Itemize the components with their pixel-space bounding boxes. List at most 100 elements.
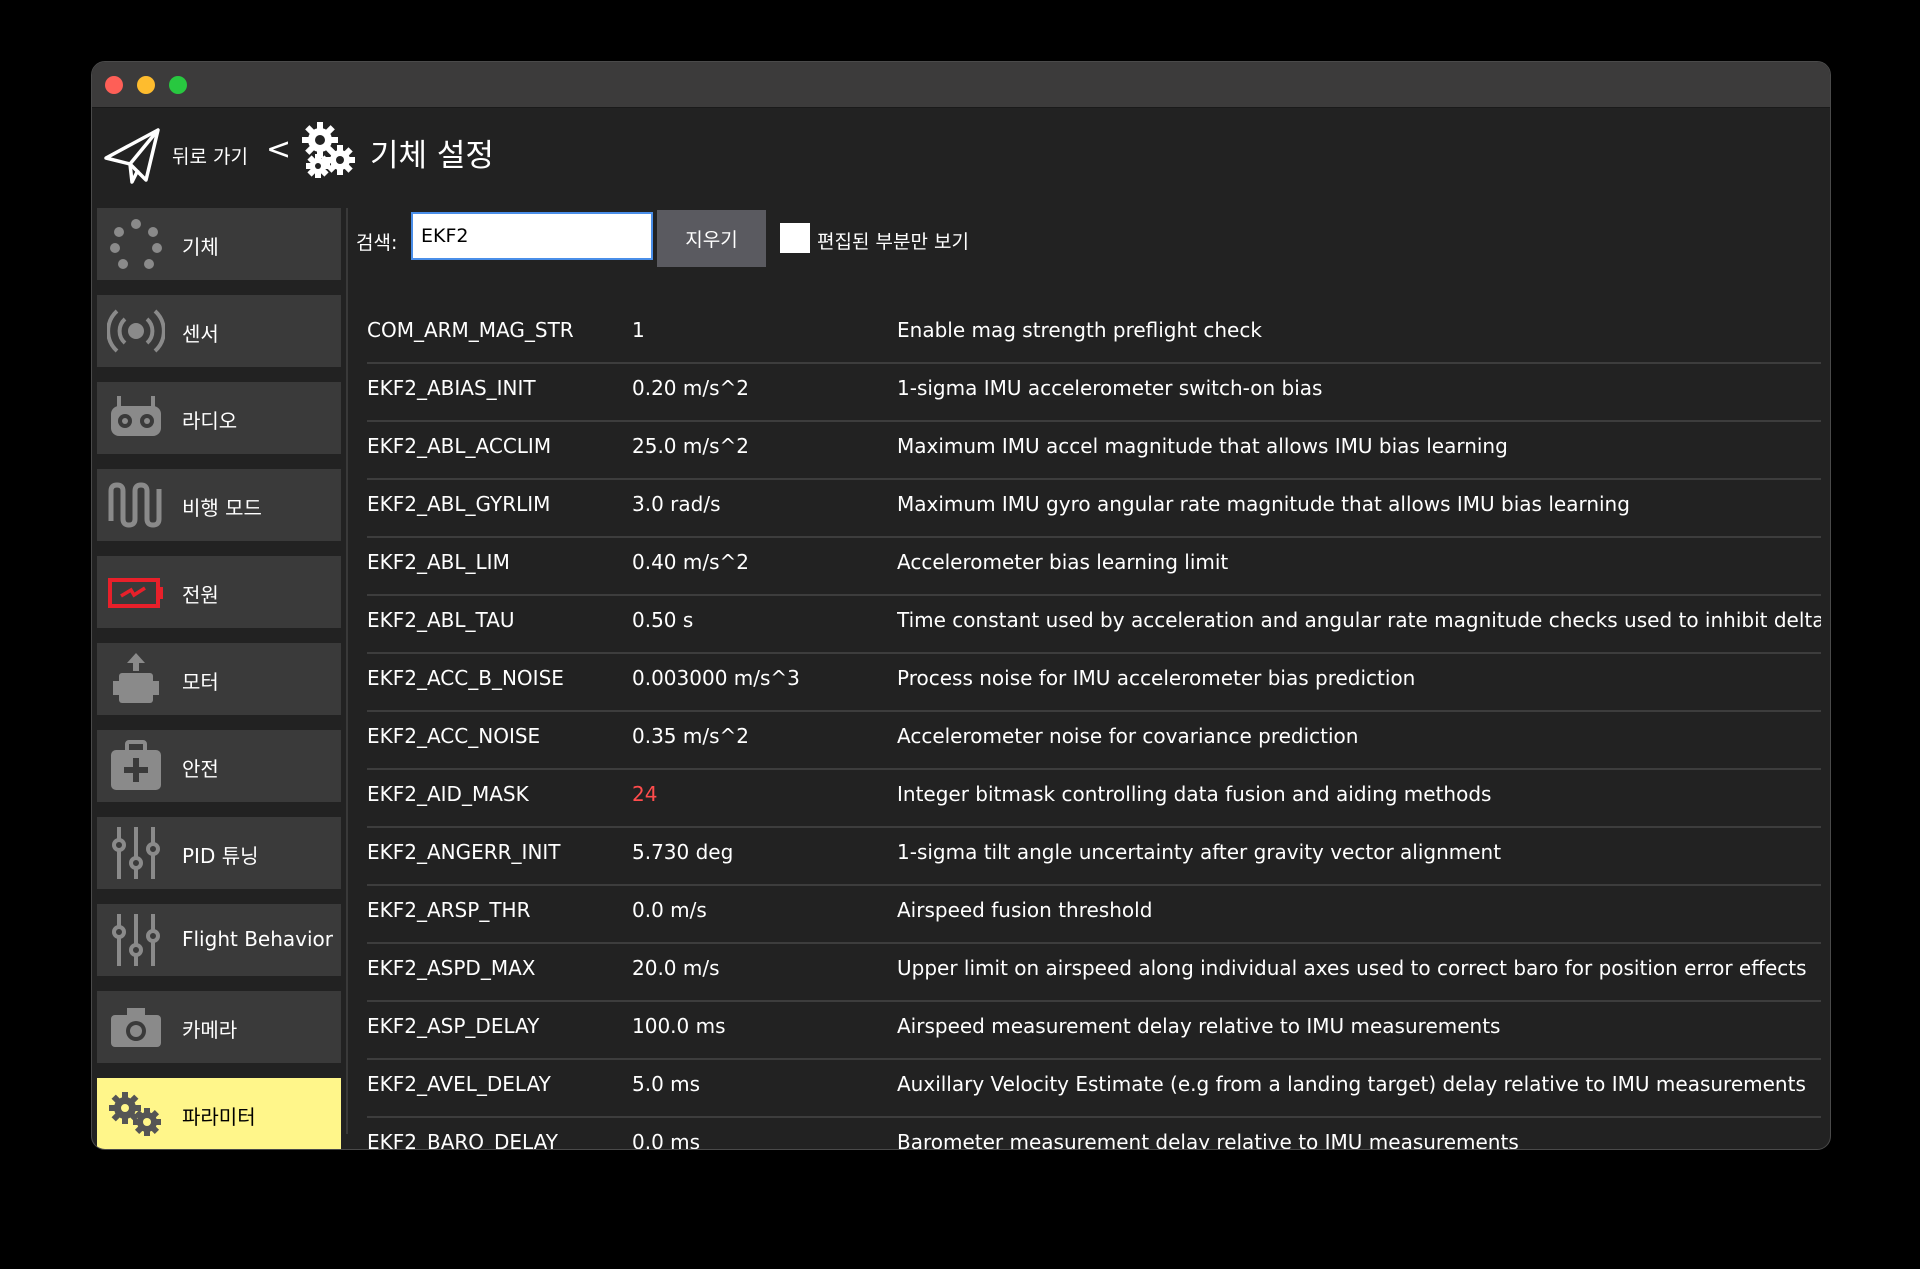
sidebar-item-flight-behavior[interactable]: Flight Behavior [97, 904, 341, 976]
table-row[interactable]: COM_ARM_MAG_STR 1 Enable mag strength pref… [367, 304, 1821, 364]
maximize-window-button[interactable] [169, 76, 187, 94]
param-name: COM_ARM_MAG_STR [367, 318, 574, 342]
param-value: 1 [632, 318, 645, 342]
param-name: EKF2_AVEL_DELAY [367, 1072, 551, 1096]
table-row[interactable]: EKF2_ASPD_MAX 20.0 m/s Upper limit on airs… [367, 942, 1821, 1002]
sidebar-item-label: PID 튜닝 [182, 844, 259, 868]
param-description: Accelerometer noise for covariance predi… [897, 724, 1359, 748]
param-name: EKF2_AID_MASK [367, 782, 529, 806]
param-description: Airspeed fusion threshold [897, 898, 1153, 922]
sensor-radio-icon [107, 309, 165, 353]
param-value: 0.0 m/s [632, 898, 707, 922]
table-row[interactable]: EKF2_ABL_ACCLIM 25.0 m/s^2 Maximum IMU acc… [367, 420, 1821, 480]
modified-only-checkbox[interactable] [780, 223, 810, 253]
param-value: 0.40 m/s^2 [632, 550, 750, 574]
safety-medkit-icon [111, 740, 161, 790]
param-description: Process noise for IMU accelerometer bias… [897, 666, 1416, 690]
param-description: 1-sigma tilt angle uncertainty after gra… [897, 840, 1502, 864]
param-description: Integer bitmask controlling data fusion … [897, 782, 1492, 806]
paper-plane-icon [104, 128, 160, 184]
search-input[interactable] [411, 212, 653, 260]
motor-icon [113, 653, 159, 703]
sliders-icon [112, 827, 160, 879]
param-value: 0.0 ms [632, 1130, 701, 1150]
page-title: 기체 설정 [370, 138, 494, 174]
param-description: 1-sigma IMU accelerometer switch-on bias [897, 376, 1323, 400]
sidebar-item-label: 파라미터 [182, 1105, 256, 1129]
flight-mode-wave-icon [108, 482, 162, 528]
sliders-icon [112, 914, 160, 966]
param-value: 5.0 ms [632, 1072, 701, 1096]
param-value: 0.003000 m/s^3 [632, 666, 800, 690]
param-name: EKF2_ABL_LIM [367, 550, 510, 574]
param-name: EKF2_ABL_ACCLIM [367, 434, 552, 458]
sidebar-item-label: Flight Behavior [182, 927, 333, 951]
battery-icon [108, 578, 163, 608]
sidebar-item-parameters[interactable]: 파라미터 [97, 1078, 341, 1149]
table-row[interactable]: EKF2_ACC_NOISE 0.35 m/s^2 Accelerometer no… [367, 710, 1821, 770]
table-row[interactable]: EKF2_ABL_TAU 0.50 s Time constant used by … [367, 594, 1821, 654]
title-bar [92, 62, 1830, 108]
table-row[interactable]: EKF2_ABL_LIM 0.40 m/s^2 Accelerometer bias… [367, 536, 1821, 596]
sidebar-item-safety[interactable]: 안전 [97, 730, 341, 802]
search-label: 검색: [356, 232, 398, 254]
sidebar-item-label: 안전 [182, 757, 219, 781]
breadcrumb-separator: < [266, 132, 292, 167]
param-name: EKF2_ABL_TAU [367, 608, 515, 632]
table-row[interactable]: EKF2_ABIAS_INIT 0.20 m/s^2 1-sigma IMU acc… [367, 362, 1821, 422]
search-bar: 검색: 지우기 편집된 부분만 보기 [356, 210, 1816, 270]
param-value: 0.50 s [632, 608, 694, 632]
sidebar-item-power[interactable]: 전원 [97, 556, 341, 628]
param-value: 0.20 m/s^2 [632, 376, 750, 400]
param-value: 25.0 m/s^2 [632, 434, 750, 458]
camera-icon [111, 1008, 161, 1047]
header: 뒤로 가기 < 기체 설정 [92, 108, 1830, 203]
param-name: EKF2_ASPD_MAX [367, 956, 536, 980]
minimize-window-button[interactable] [137, 76, 155, 94]
param-value: 0.35 m/s^2 [632, 724, 750, 748]
table-row[interactable]: EKF2_ASP_DELAY 100.0 ms Airspeed measureme… [367, 1000, 1821, 1060]
clear-button[interactable]: 지우기 [657, 210, 766, 267]
sidebar-item-airframe[interactable]: 기체 [97, 208, 341, 280]
close-window-button[interactable] [105, 76, 123, 94]
param-value: 20.0 m/s [632, 956, 720, 980]
table-row[interactable]: EKF2_ABL_GYRLIM 3.0 rad/s Maximum IMU gyro… [367, 478, 1821, 538]
param-description: Enable mag strength preflight check [897, 318, 1262, 342]
sidebar-item-label: 라디오 [182, 409, 238, 433]
radio-controller-icon [111, 396, 161, 436]
param-description: Maximum IMU accel magnitude that allows … [897, 434, 1508, 458]
param-value: 24 [632, 782, 658, 806]
sidebar-item-camera[interactable]: 카메라 [97, 991, 341, 1063]
sidebar-item-flight-modes[interactable]: 비행 모드 [97, 469, 341, 541]
param-description: Barometer measurement delay relative to … [897, 1130, 1519, 1150]
sidebar-item-label: 모터 [182, 670, 219, 694]
param-value: 100.0 ms [632, 1014, 726, 1038]
gears-icon [302, 122, 355, 178]
table-row[interactable]: EKF2_ANGERR_INIT 5.730 deg 1-sigma tilt an… [367, 826, 1821, 886]
sidebar-item-pid-tuning[interactable]: PID 튜닝 [97, 817, 341, 889]
param-value: 5.730 deg [632, 840, 734, 864]
sidebar-item-label: 기체 [182, 235, 219, 259]
table-row[interactable]: EKF2_BARO_DELAY 0.0 ms Barometer measureme… [367, 1116, 1821, 1150]
param-description: Time constant used by acceleration and a… [897, 608, 1821, 632]
param-name: EKF2_ACC_B_NOISE [367, 666, 564, 690]
table-row[interactable]: EKF2_ARSP_THR 0.0 m/s Airspeed fusion thre… [367, 884, 1821, 944]
sidebar-item-sensors[interactable]: 센서 [97, 295, 341, 367]
table-row[interactable]: EKF2_AVEL_DELAY 5.0 ms Auxillary Velocity … [367, 1058, 1821, 1118]
param-description: Auxillary Velocity Estimate (e.g from a … [897, 1072, 1806, 1096]
sidebar-item-label: 카메라 [182, 1018, 238, 1042]
param-name: EKF2_ACC_NOISE [367, 724, 541, 748]
sidebar-item-motors[interactable]: 모터 [97, 643, 341, 715]
table-row[interactable]: EKF2_ACC_B_NOISE 0.003000 m/s^3 Process no… [367, 652, 1821, 712]
param-value: 3.0 rad/s [632, 492, 721, 516]
param-description: Accelerometer bias learning limit [897, 550, 1229, 574]
param-name: EKF2_ASP_DELAY [367, 1014, 540, 1038]
sidebar-item-label: 전원 [182, 583, 219, 607]
param-name: EKF2_BARO_DELAY [367, 1130, 559, 1150]
param-name: EKF2_ABL_GYRLIM [367, 492, 551, 516]
airframe-dots-icon [110, 219, 162, 269]
sidebar-item-radio[interactable]: 라디오 [97, 382, 341, 454]
back-button[interactable]: 뒤로 가기 [102, 120, 248, 190]
sidebar-item-label: 센서 [182, 322, 219, 346]
table-row[interactable]: EKF2_AID_MASK 24 Integer bitmask controlli… [367, 768, 1821, 828]
